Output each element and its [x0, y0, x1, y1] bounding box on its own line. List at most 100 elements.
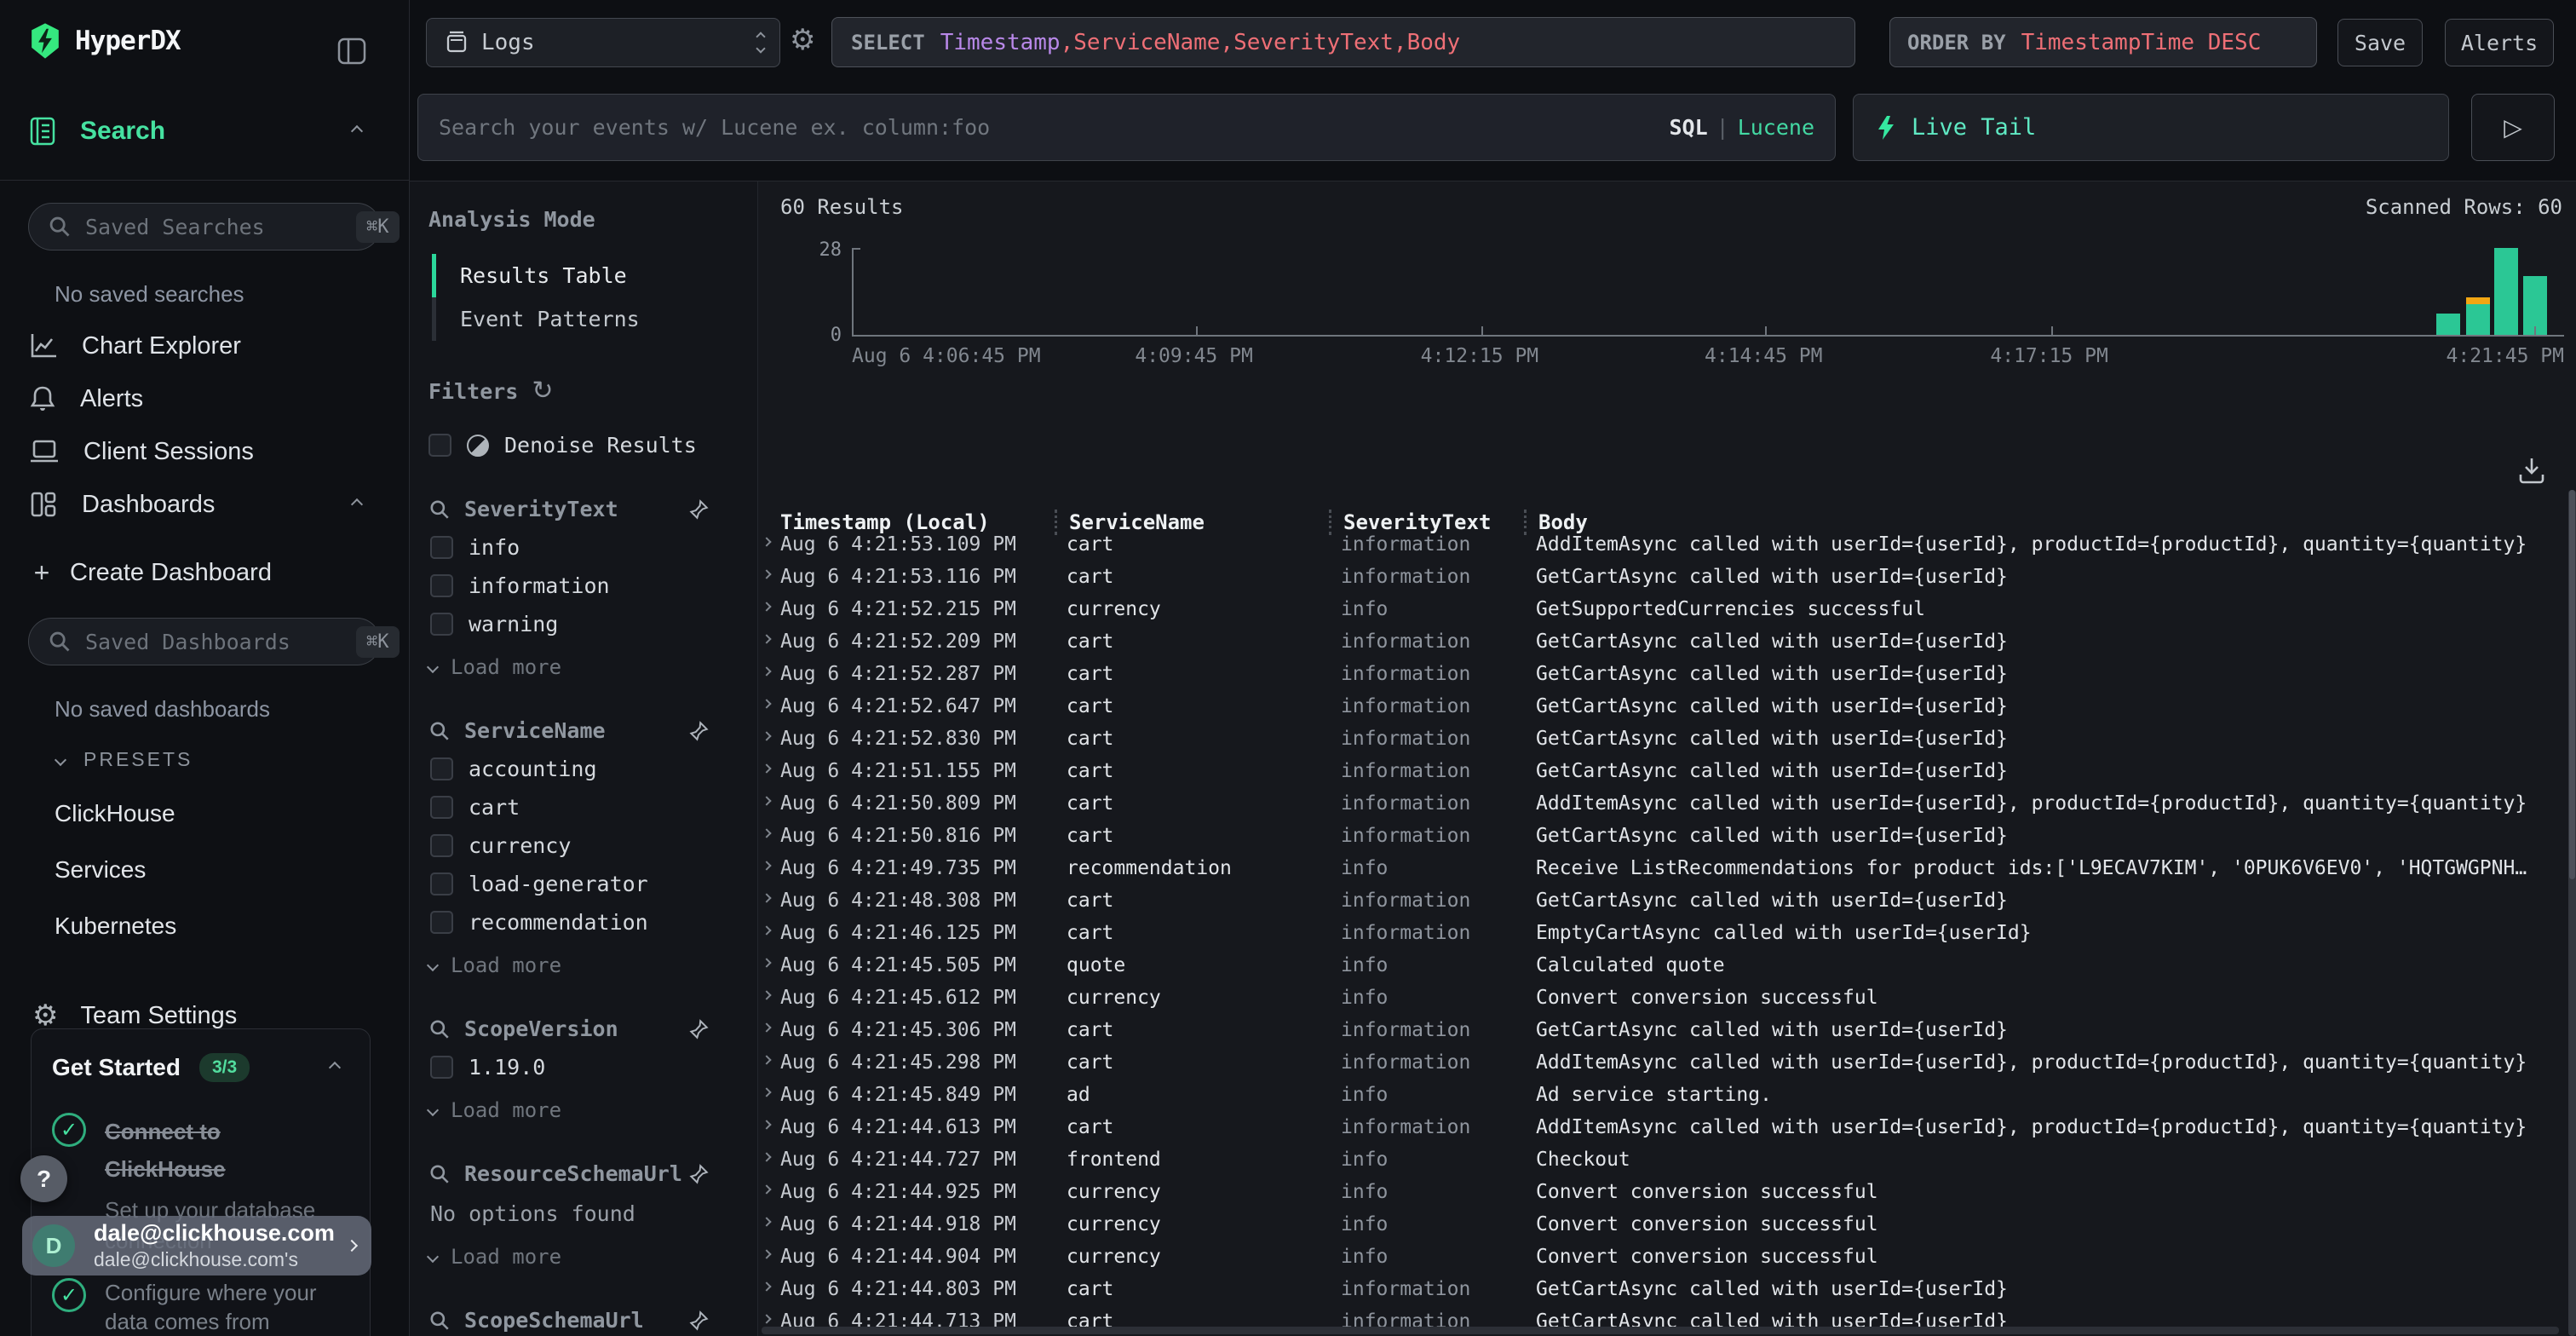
search-icon[interactable] — [428, 1310, 451, 1332]
table-row[interactable]: Aug 6 4:21:44.613 PM cart information Ad… — [758, 1111, 2562, 1143]
alerts-button[interactable]: Alerts — [2445, 19, 2554, 66]
source-settings-gear-icon[interactable]: ⚙ — [790, 26, 815, 55]
load-more-button[interactable]: Load more — [428, 655, 740, 679]
row-expand-icon[interactable] — [762, 602, 771, 611]
filter-option[interactable]: load-generator — [428, 872, 740, 896]
row-expand-icon[interactable] — [762, 666, 771, 676]
filter-option[interactable]: warning — [428, 612, 740, 636]
pin-icon[interactable] — [687, 720, 710, 742]
source-select[interactable]: Logs — [426, 18, 780, 67]
pin-icon[interactable] — [687, 1163, 710, 1185]
chevron-up-icon[interactable] — [351, 498, 363, 510]
table-row[interactable]: Aug 6 4:21:50.816 PM cart information Ge… — [758, 820, 2562, 852]
table-row[interactable]: Aug 6 4:21:44.727 PM frontend info Check… — [758, 1143, 2562, 1176]
table-row[interactable]: Aug 6 4:21:50.809 PM cart information Ad… — [758, 787, 2562, 820]
sidebar-item-search[interactable]: Search — [0, 82, 409, 181]
table-row[interactable]: Aug 6 4:21:44.925 PM currency info Conve… — [758, 1176, 2562, 1208]
row-expand-icon[interactable] — [762, 699, 771, 708]
row-expand-icon[interactable] — [762, 990, 771, 999]
filter-option[interactable]: currency — [428, 833, 740, 858]
lang-toggle-lucene[interactable]: Lucene — [1738, 115, 1814, 140]
collapse-sidebar-icon[interactable] — [337, 37, 366, 65]
help-button[interactable]: ? — [20, 1155, 67, 1202]
table-row[interactable]: Aug 6 4:21:52.647 PM cart information Ge… — [758, 690, 2562, 723]
table-row[interactable]: Aug 6 4:21:53.116 PM cart information Ge… — [758, 561, 2562, 593]
select-expression-input[interactable]: SELECT Timestamp ,ServiceName,SeverityTe… — [831, 17, 1855, 67]
row-expand-icon[interactable] — [762, 1281, 771, 1291]
tab-results-table[interactable]: Results Table — [436, 254, 740, 297]
denoise-results-checkbox[interactable]: Denoise Results — [428, 433, 740, 458]
row-expand-icon[interactable] — [762, 763, 771, 773]
row-expand-icon[interactable] — [762, 1314, 771, 1323]
checkbox[interactable] — [430, 1056, 453, 1079]
row-expand-icon[interactable] — [762, 731, 771, 740]
event-search-input[interactable] — [439, 115, 1669, 140]
row-expand-icon[interactable] — [762, 1184, 771, 1194]
checkbox[interactable] — [430, 536, 453, 559]
table-row[interactable]: Aug 6 4:21:45.612 PM currency info Conve… — [758, 982, 2562, 1014]
lang-toggle-sql[interactable]: SQL — [1669, 115, 1707, 140]
sidebar-item-team-settings[interactable]: ⚙ Team Settings — [0, 1001, 409, 1030]
row-expand-icon[interactable] — [762, 796, 771, 805]
vertical-scrollbar[interactable] — [2568, 490, 2576, 1336]
histogram-bar[interactable] — [2466, 297, 2490, 335]
pin-icon[interactable] — [687, 498, 710, 521]
saved-searches-search[interactable]: ⌘K — [28, 203, 381, 250]
table-row[interactable]: Aug 6 4:21:52.215 PM currency info GetSu… — [758, 593, 2562, 625]
user-chip[interactable]: D dale@clickhouse.com dale@clickhouse.co… — [22, 1216, 371, 1276]
table-row[interactable]: Aug 6 4:21:45.849 PM ad info Ad service … — [758, 1079, 2562, 1111]
checkbox[interactable] — [428, 434, 451, 457]
presets-toggle[interactable]: PRESETS — [56, 748, 409, 771]
row-expand-icon[interactable] — [762, 634, 771, 643]
row-expand-icon[interactable] — [762, 1022, 771, 1032]
checkbox[interactable] — [430, 872, 453, 895]
table-row[interactable]: Aug 6 4:21:48.308 PM cart information Ge… — [758, 884, 2562, 917]
filter-option[interactable]: information — [428, 573, 740, 598]
chevron-up-icon[interactable] — [329, 1062, 341, 1074]
load-more-button[interactable]: Load more — [428, 1245, 740, 1269]
row-expand-icon[interactable] — [762, 537, 771, 546]
row-expand-icon[interactable] — [762, 893, 771, 902]
live-tail-button[interactable]: Live Tail — [1853, 94, 2449, 161]
table-row[interactable]: Aug 6 4:21:52.830 PM cart information Ge… — [758, 723, 2562, 755]
table-row[interactable]: Aug 6 4:21:49.735 PM recommendation info… — [758, 852, 2562, 884]
download-icon[interactable] — [2516, 456, 2547, 485]
table-row[interactable]: Aug 6 4:21:45.505 PM quote info Calculat… — [758, 949, 2562, 982]
event-search-box[interactable]: SQL|Lucene — [417, 94, 1836, 161]
pin-icon[interactable] — [687, 1018, 710, 1040]
order-by-input[interactable]: ORDER BY TimestampTime DESC — [1889, 17, 2317, 67]
row-expand-icon[interactable] — [762, 925, 771, 935]
table-row[interactable]: Aug 6 4:21:44.904 PM currency info Conve… — [758, 1241, 2562, 1273]
search-icon[interactable] — [428, 720, 451, 742]
filter-option[interactable]: info — [428, 535, 740, 560]
checkbox[interactable] — [430, 613, 453, 636]
saved-searches-input[interactable] — [85, 215, 356, 239]
checkbox[interactable] — [430, 757, 453, 780]
row-expand-icon[interactable] — [762, 958, 771, 967]
row-expand-icon[interactable] — [762, 1152, 771, 1161]
saved-dashboards-input[interactable] — [85, 630, 356, 654]
search-icon[interactable] — [428, 1163, 451, 1185]
tab-event-patterns[interactable]: Event Patterns — [436, 297, 740, 341]
table-row[interactable]: Aug 6 4:21:44.918 PM currency info Conve… — [758, 1208, 2562, 1241]
table-row[interactable]: Aug 6 4:21:51.155 PM cart information Ge… — [758, 755, 2562, 787]
sidebar-item-dashboards[interactable]: Dashboards — [0, 478, 409, 531]
checkbox[interactable] — [430, 834, 453, 857]
row-expand-icon[interactable] — [762, 861, 771, 870]
preset-dashboard-link[interactable]: Kubernetes — [55, 913, 409, 940]
table-row[interactable]: Aug 6 4:21:44.803 PM cart information Ge… — [758, 1273, 2562, 1305]
create-dashboard-button[interactable]: + Create Dashboard — [0, 550, 409, 596]
run-query-button[interactable]: ▷ — [2471, 94, 2555, 161]
load-more-button[interactable]: Load more — [428, 1098, 740, 1122]
row-expand-icon[interactable] — [762, 828, 771, 838]
row-expand-icon[interactable] — [762, 1055, 771, 1064]
get-started-step-configure[interactable]: ✓ Configure where your data comes from — [52, 1278, 349, 1336]
filter-option[interactable]: recommendation — [428, 910, 740, 935]
load-more-button[interactable]: Load more — [428, 953, 740, 977]
table-row[interactable]: Aug 6 4:21:45.306 PM cart information Ge… — [758, 1014, 2562, 1046]
chevron-up-icon[interactable] — [351, 124, 363, 136]
sidebar-item-client-sessions[interactable]: Client Sessions — [0, 425, 409, 478]
saved-dashboards-search[interactable]: ⌘K — [28, 618, 381, 665]
pin-icon[interactable] — [687, 1310, 710, 1332]
save-button[interactable]: Save — [2337, 19, 2423, 66]
